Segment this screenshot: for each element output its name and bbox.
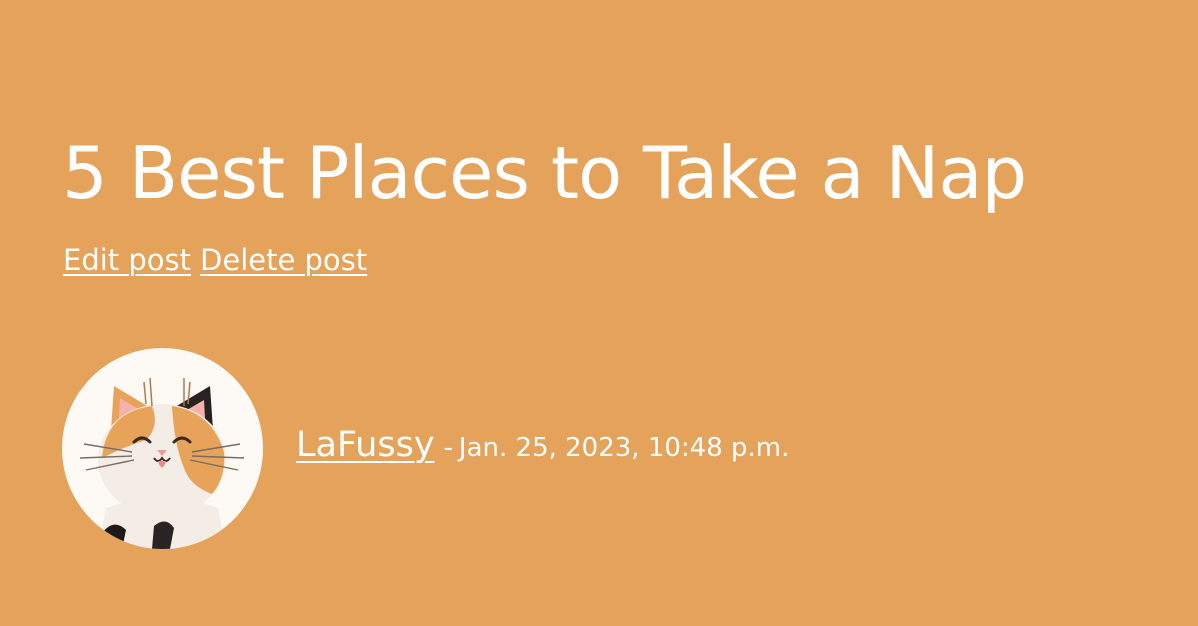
edit-post-link[interactable]: Edit post: [63, 243, 191, 277]
post-page: 5 Best Places to Take a Nap Edit post Del…: [0, 0, 1198, 626]
author-avatar: [62, 347, 263, 549]
post-byline: LaFussy - Jan. 25, 2023, 10:48 p.m.: [296, 425, 789, 465]
post-title: 5 Best Places to Take a Nap: [62, 131, 1027, 215]
post-actions: Edit post Delete post: [63, 240, 367, 280]
byline-separator: -: [443, 433, 453, 463]
author-name-link[interactable]: LaFussy: [296, 425, 435, 465]
author-row: LaFussy - Jan. 25, 2023, 10:48 p.m.: [62, 347, 789, 549]
post-timestamp: Jan. 25, 2023, 10:48 p.m.: [458, 433, 790, 463]
cat-avatar-icon: [79, 377, 245, 549]
delete-post-link[interactable]: Delete post: [200, 243, 367, 277]
